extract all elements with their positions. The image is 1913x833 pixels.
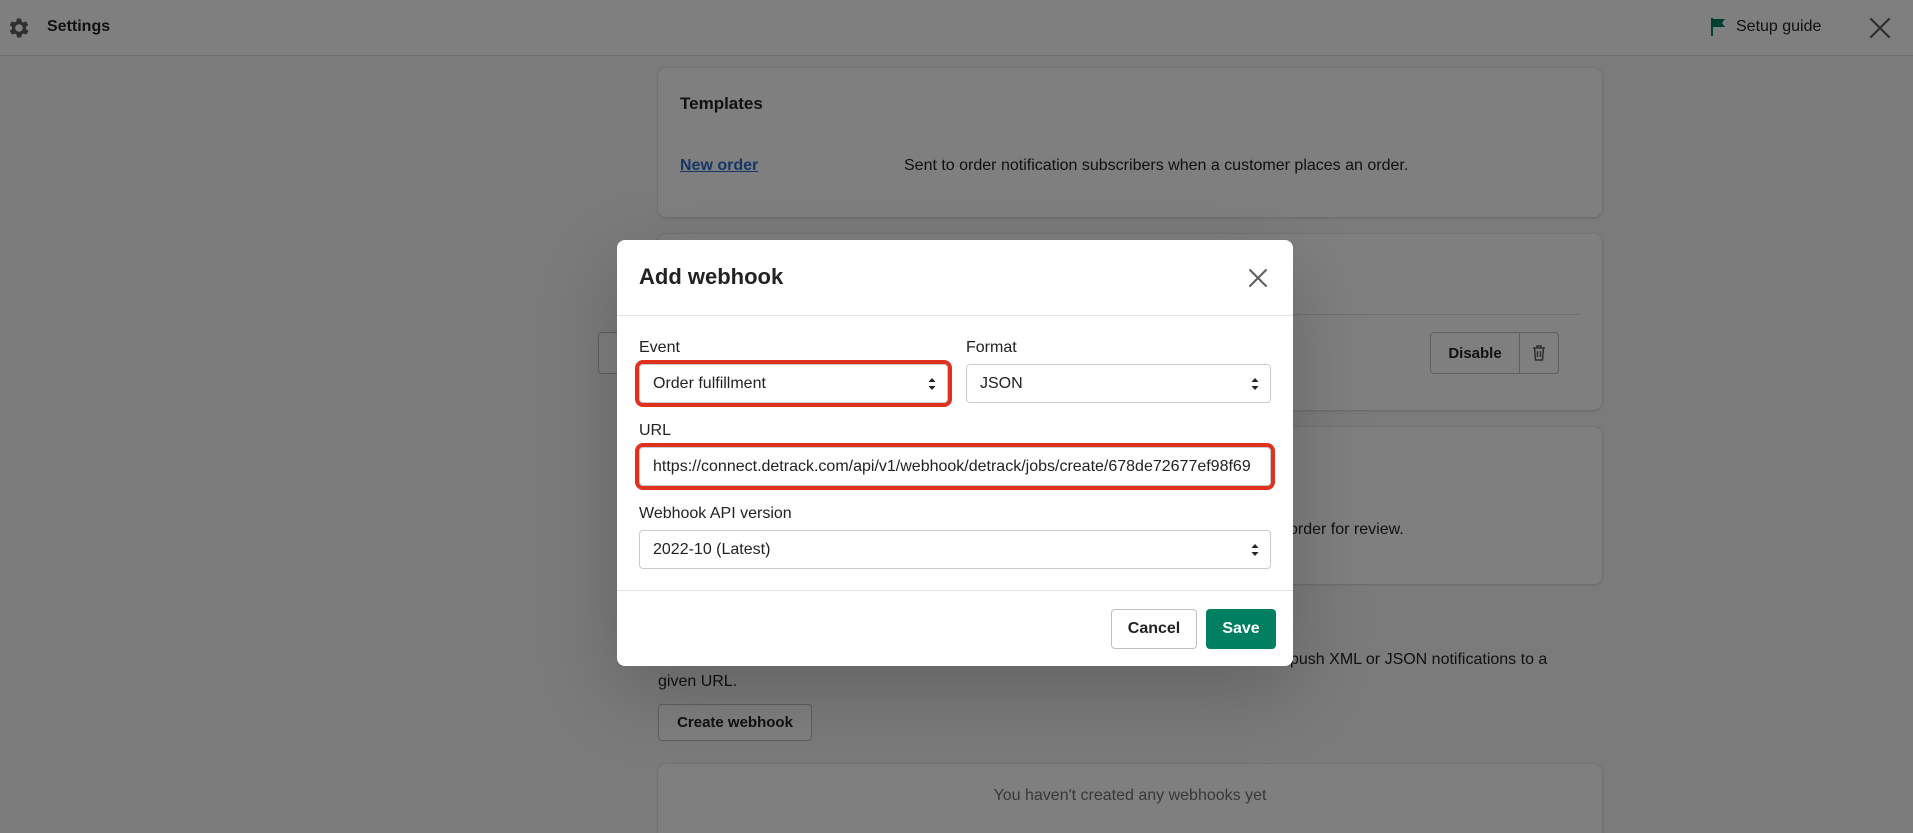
select-arrows-icon [928,378,936,390]
save-button[interactable]: Save [1206,609,1276,649]
url-input[interactable]: https://connect.detrack.com/api/v1/webho… [635,443,1275,490]
close-icon[interactable] [1247,267,1269,289]
url-input-value: https://connect.detrack.com/api/v1/webho… [653,457,1251,475]
event-select-value: Order fulfillment [653,374,766,392]
select-arrows-icon [1251,544,1259,556]
format-select[interactable]: JSON [966,364,1271,403]
format-label: Format [966,339,1017,356]
select-arrows-icon [1251,378,1259,390]
api-version-select[interactable]: 2022-10 (Latest) [639,530,1271,569]
event-select[interactable]: Order fulfillment [635,360,952,407]
event-label: Event [639,339,680,356]
cancel-button[interactable]: Cancel [1111,609,1197,649]
url-label: URL [639,422,672,439]
add-webhook-modal: Add webhook Event Order fulfillment Form… [617,240,1293,666]
api-version-value: 2022-10 (Latest) [653,540,771,558]
divider [617,590,1293,591]
divider [617,315,1293,316]
format-select-value: JSON [980,374,1023,392]
api-version-label: Webhook API version [639,505,792,522]
modal-title: Add webhook [639,264,784,289]
